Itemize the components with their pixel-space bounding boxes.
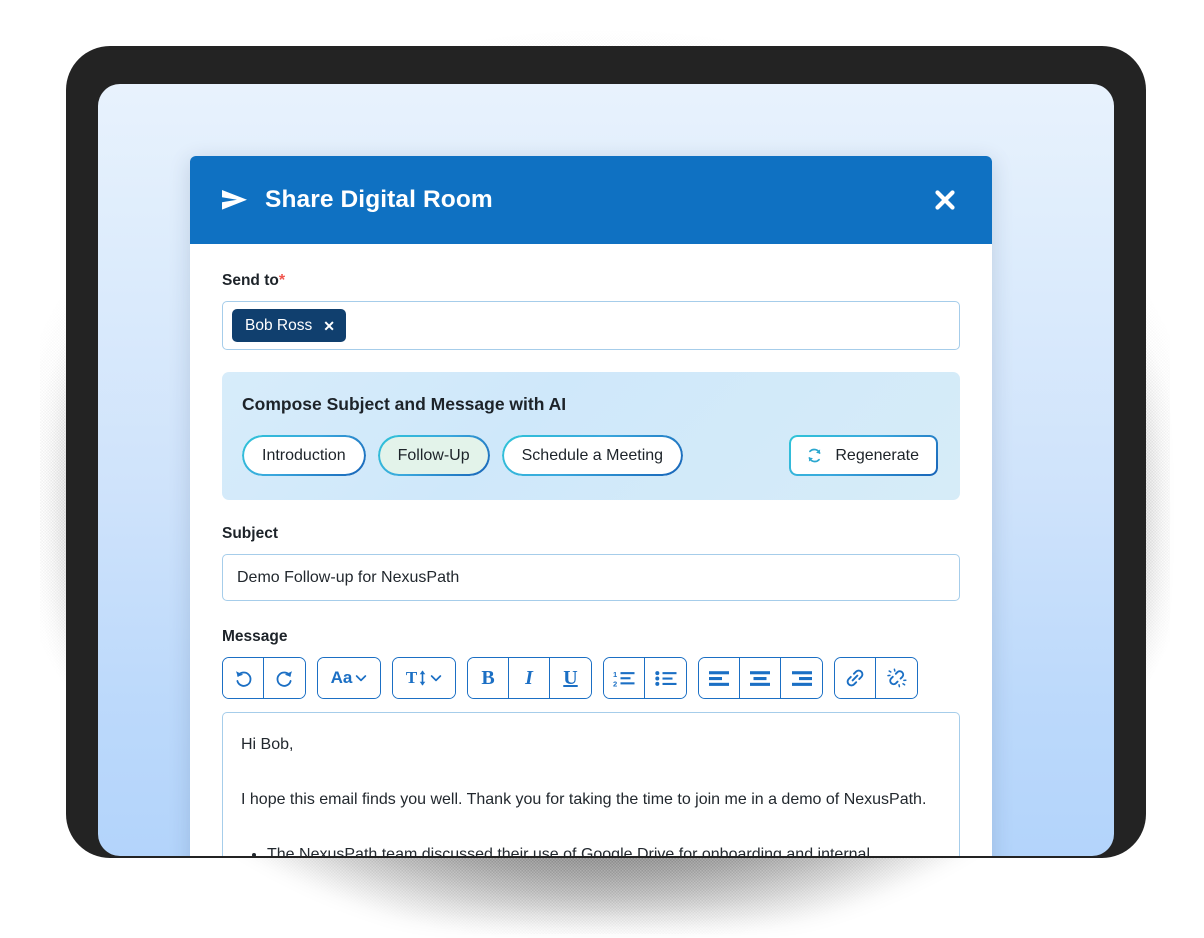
underline-icon: U	[563, 666, 578, 689]
message-editor-body[interactable]: Hi Bob, I hope this email finds you well…	[222, 712, 960, 856]
chevron-down-icon	[430, 675, 442, 682]
screenshot-stage: Share Digital Room Send to* Bob Ross ✕ C…	[0, 0, 1204, 938]
regenerate-button[interactable]: Regenerate	[789, 435, 938, 476]
subject-label: Subject	[222, 525, 278, 542]
recipient-chip-label: Bob Ross	[245, 316, 313, 334]
italic-button[interactable]: I	[509, 658, 550, 698]
message-greeting: Hi Bob,	[241, 736, 294, 753]
ai-prompt-follow-up[interactable]: Follow-Up	[377, 435, 490, 476]
subject-input[interactable]	[222, 554, 960, 601]
share-digital-room-modal: Share Digital Room Send to* Bob Ross ✕ C…	[190, 156, 992, 856]
unlink-button[interactable]	[876, 658, 917, 698]
send-paper-plane-icon	[222, 190, 247, 210]
chevron-down-icon	[356, 675, 367, 682]
svg-text:2: 2	[613, 679, 617, 688]
underline-button[interactable]: U	[550, 658, 591, 698]
bullet-list-button[interactable]	[645, 658, 686, 698]
bullet-list-icon	[654, 670, 676, 686]
regenerate-label: Regenerate	[835, 446, 919, 464]
message-bullet-list: The NexusPath team discussed their use o…	[267, 843, 937, 856]
align-left-icon	[709, 670, 729, 686]
close-x-icon	[935, 190, 955, 210]
font-family-dropdown[interactable]: Aa	[318, 658, 380, 698]
send-to-block: Send to* Bob Ross ✕	[222, 272, 960, 350]
modal-title: Share Digital Room	[265, 186, 493, 213]
ai-compose-title: Compose Subject and Message with AI	[242, 394, 567, 414]
undo-icon	[235, 670, 251, 687]
bold-button[interactable]: B	[468, 658, 509, 698]
toolbar-group-link	[834, 657, 918, 699]
svg-text:1: 1	[613, 670, 618, 679]
toolbar-group-font-size: T	[392, 657, 456, 699]
italic-icon: I	[525, 666, 533, 689]
send-to-label-text: Send to	[222, 272, 279, 289]
message-label: Message	[222, 628, 288, 645]
send-to-input[interactable]: Bob Ross ✕	[222, 301, 960, 350]
list-item: The NexusPath team discussed their use o…	[267, 843, 937, 856]
font-family-icon: Aa	[330, 668, 353, 687]
required-asterisk: *	[278, 272, 286, 289]
ordered-list-button[interactable]: 1 2	[604, 658, 645, 698]
align-right-button[interactable]	[781, 658, 822, 698]
message-paragraph: I hope this email finds you well. Thank …	[241, 790, 927, 808]
up-down-arrow-icon	[419, 670, 426, 686]
align-center-icon	[750, 670, 770, 686]
toolbar-group-history	[222, 657, 306, 699]
align-center-button[interactable]	[740, 658, 781, 698]
redo-button[interactable]	[264, 658, 305, 698]
ai-prompt-row: Introduction Follow-Up Schedule a Meetin…	[242, 435, 938, 476]
toolbar-group-lists: 1 2	[603, 657, 687, 699]
link-icon	[846, 669, 864, 687]
toolbar-group-font-family: Aa	[317, 657, 381, 699]
ai-prompt-schedule-a-meeting[interactable]: Schedule a Meeting	[501, 435, 684, 476]
ai-compose-panel: Compose Subject and Message with AI Intr…	[222, 372, 960, 500]
modal-header: Share Digital Room	[190, 156, 992, 244]
close-button[interactable]	[928, 183, 962, 217]
modal-body: Send to* Bob Ross ✕ Compose Subject and …	[190, 244, 992, 856]
toolbar-group-alignment	[698, 657, 823, 699]
font-size-dropdown[interactable]: T	[393, 658, 455, 698]
undo-button[interactable]	[223, 658, 264, 698]
chip-remove-x-icon[interactable]: ✕	[323, 319, 335, 333]
toolbar-group-text-style: B I U	[467, 657, 592, 699]
refresh-circular-arrows-icon	[808, 448, 821, 463]
ai-prompt-introduction[interactable]: Introduction	[242, 435, 366, 476]
link-button[interactable]	[835, 658, 876, 698]
recipient-chip[interactable]: Bob Ross ✕	[232, 309, 346, 342]
message-block: Message Aa T B I U 1 2 Hi Bob, I hope th…	[222, 628, 960, 856]
send-to-label: Send to*	[222, 272, 960, 290]
align-left-button[interactable]	[699, 658, 740, 698]
font-size-icon: T	[406, 668, 427, 688]
ordered-list-icon: 1 2	[613, 670, 635, 688]
editor-toolbar: Aa T B I U 1 2	[222, 657, 960, 699]
bold-icon: B	[481, 666, 495, 689]
unlink-icon	[886, 668, 907, 688]
redo-icon	[276, 670, 292, 687]
align-right-icon	[791, 670, 812, 686]
device-screen: Share Digital Room Send to* Bob Ross ✕ C…	[98, 84, 1114, 856]
subject-block: Subject	[222, 525, 960, 601]
